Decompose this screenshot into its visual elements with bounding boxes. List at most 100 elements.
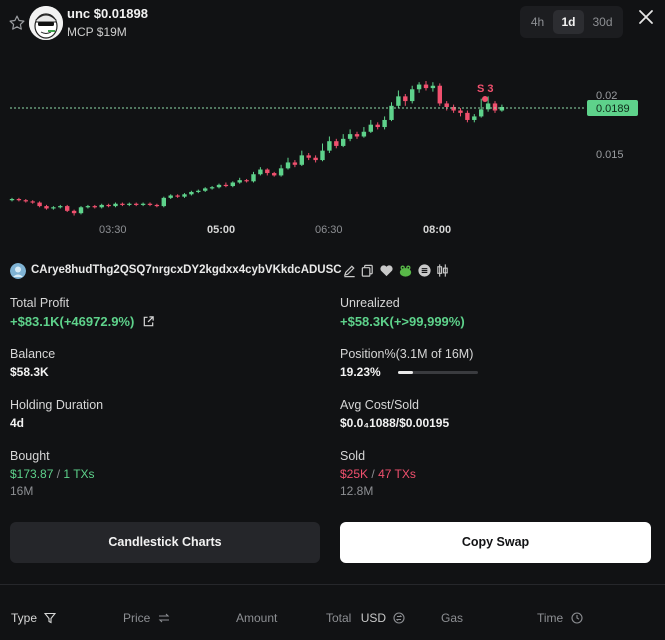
- clock-icon[interactable]: [571, 612, 583, 624]
- candle-body: [368, 124, 373, 132]
- column-type[interactable]: Type: [11, 611, 57, 625]
- candle-body: [265, 169, 270, 174]
- column-total-label: Total: [326, 611, 352, 625]
- candle-body: [23, 200, 28, 202]
- price-chart[interactable]: 0.02 0.015 0.0189 S 3 03:30 05:00 06:30 …: [0, 48, 665, 248]
- total-profit: Total Profit +$83.1K(+46972.9%): [10, 296, 310, 329]
- candle-body: [216, 184, 222, 188]
- swap-arrows-icon[interactable]: [158, 612, 170, 624]
- candle-body: [230, 182, 235, 187]
- close-icon[interactable]: [636, 7, 656, 27]
- candle-body: [37, 202, 42, 207]
- candle-body: [147, 203, 153, 205]
- usd-toggle[interactable]: USD: [361, 611, 386, 625]
- position-bar: [398, 371, 479, 375]
- sold-label: Sold: [340, 449, 366, 463]
- filter-icon[interactable]: [44, 612, 57, 624]
- candle-body: [292, 162, 298, 165]
- total-profit-amount: +$83.1K(+46972.9%): [10, 314, 135, 329]
- x-tick-label: 05:00: [207, 224, 235, 236]
- candle-body: [437, 85, 442, 104]
- candle-body: [375, 124, 380, 128]
- list-icon[interactable]: [417, 263, 432, 278]
- candle-body: [182, 194, 187, 197]
- currency-switch-icon[interactable]: [393, 612, 405, 624]
- external-link-icon[interactable]: [142, 315, 155, 328]
- column-price[interactable]: Price: [123, 611, 170, 625]
- timeframe-1d[interactable]: 1d: [553, 10, 584, 34]
- header: unc $0.01898 MCP $19M 4h 1d 30d: [0, 0, 665, 48]
- x-tick-label: 03:30: [99, 224, 127, 236]
- bought-label: Bought: [10, 449, 50, 463]
- column-amount: Amount: [236, 611, 278, 625]
- candle-body: [272, 173, 277, 176]
- sold-txs: 47 TXs: [378, 467, 416, 481]
- timeframe-4h[interactable]: 4h: [524, 10, 551, 34]
- candle-body: [209, 187, 215, 189]
- timeframe-30d[interactable]: 30d: [586, 10, 619, 34]
- candle-body: [299, 155, 304, 165]
- current-price-label: 0.0189: [596, 103, 630, 115]
- candle-body: [16, 199, 22, 201]
- candle-body: [341, 138, 346, 146]
- token-avatar: [29, 6, 63, 40]
- candle-body: [120, 203, 125, 205]
- position-bar-fill: [398, 371, 414, 375]
- candle-body: [154, 204, 160, 207]
- market-cap: MCP $19M: [67, 25, 127, 39]
- candle-body: [334, 141, 339, 146]
- candle-body: [382, 119, 387, 128]
- candle-body: [327, 141, 332, 151]
- x-tick-label: 06:30: [315, 224, 343, 236]
- copy-swap-button[interactable]: Copy Swap: [340, 522, 651, 563]
- sold-amount: $25K: [340, 467, 369, 481]
- avg-cost-label: Avg Cost/Sold: [340, 398, 419, 412]
- candle-body: [106, 204, 111, 207]
- candle-body: [465, 112, 470, 120]
- candle-body: [134, 203, 139, 205]
- candle-body: [258, 169, 263, 175]
- heart-icon[interactable]: [379, 263, 394, 278]
- balance: Balance $58.3K: [10, 347, 310, 379]
- candle-body: [223, 184, 229, 187]
- y-tick-label: 0.015: [596, 149, 624, 161]
- wallet-avatar: [10, 263, 26, 279]
- candle-body: [403, 96, 408, 102]
- unrealized-label: Unrealized: [340, 296, 400, 310]
- candles-group: [9, 81, 505, 216]
- bought-amount: $173.87: [10, 467, 54, 481]
- bought-sep: /: [56, 467, 61, 481]
- edit-icon[interactable]: [342, 263, 357, 278]
- candle-body: [444, 103, 449, 107]
- candle-body: [99, 204, 104, 208]
- balance-value: $58.3K: [10, 365, 49, 379]
- total-profit-value: +$83.1K(+46972.9%): [10, 314, 310, 329]
- candlestick-charts-button[interactable]: Candlestick Charts: [10, 522, 320, 563]
- candle-body: [9, 199, 15, 201]
- unrealized: Unrealized +$58.3K(+>99,999%): [340, 296, 640, 329]
- sell-marker-dot[interactable]: [482, 96, 488, 102]
- balance-label: Balance: [10, 347, 56, 361]
- candlestick-icon[interactable]: [435, 263, 450, 278]
- unrealized-value: +$58.3K(+>99,999%): [340, 314, 465, 329]
- candle-body: [196, 190, 201, 192]
- sold-sep: /: [371, 467, 375, 481]
- column-type-label: Type: [11, 611, 38, 625]
- holding-duration-value: 4d: [10, 416, 25, 430]
- candle-body: [423, 84, 429, 89]
- star-icon[interactable]: [8, 14, 26, 32]
- wallet-address[interactable]: CArye8hudThg2QSQ7nrgcxDY2kgdxx4cybVKkdcA…: [31, 264, 342, 276]
- candle-body: [354, 134, 360, 137]
- copy-icon[interactable]: [360, 263, 375, 278]
- candle-body: [492, 103, 498, 111]
- position-label: Position%(3.1M of 16M): [340, 347, 474, 361]
- candle-body: [306, 155, 311, 158]
- column-time[interactable]: Time: [537, 611, 583, 625]
- candle-body: [58, 206, 63, 208]
- candle-body: [44, 206, 49, 209]
- candlestick-chart[interactable]: 0.02 0.015 0.0189 S 3 03:30 05:00 06:30 …: [0, 48, 665, 248]
- candle-body: [71, 210, 77, 214]
- candle-body: [175, 195, 180, 197]
- candle-body: [161, 197, 166, 207]
- sold: Sold $25K / 47 TXs 12.8M: [340, 449, 640, 498]
